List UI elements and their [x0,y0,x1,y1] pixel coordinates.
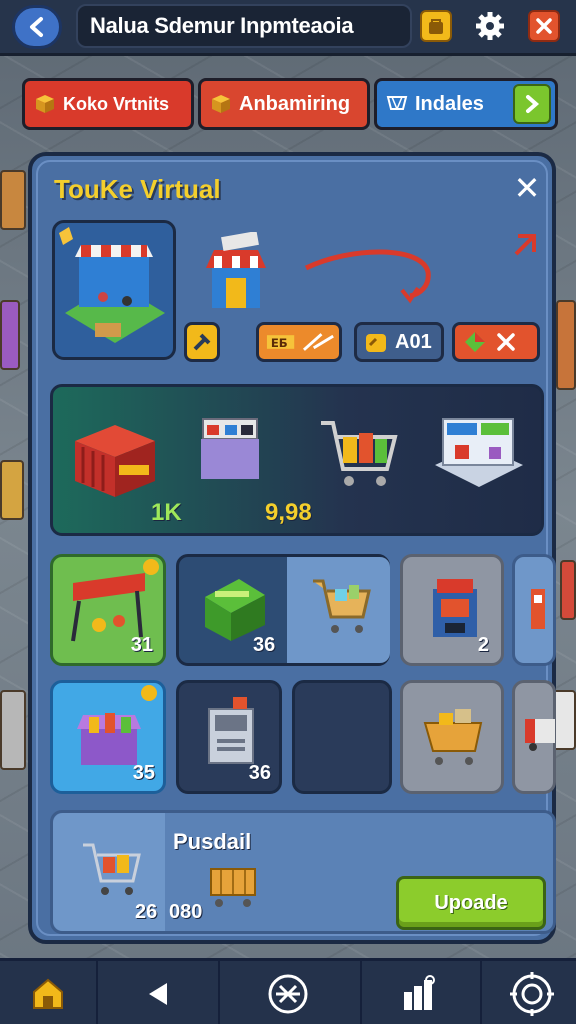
slot-count: 36 [248,762,271,784]
arrow-indicator-icon [514,234,536,256]
close-button[interactable] [528,10,560,42]
grid-slot-empty[interactable] [292,680,392,794]
tab-label: Indales [415,92,484,115]
coin-bag-icon [366,334,386,352]
slot-count: 36 [253,634,276,656]
badge-icon [143,559,159,575]
badge-icon [141,685,157,701]
shop-bag-icon [429,19,443,34]
shop-panel: TouKe Virtual ✕ ЕБ A01 1K 9,98 31 36 2 3… [28,152,556,944]
top-bar: Nalua Sdemur Inpmteaoia [0,0,576,56]
grid-slot[interactable]: 36 [176,680,282,794]
panel-close-button[interactable]: ✕ [512,172,542,204]
settings-button[interactable] [474,10,506,42]
slot-count: 2 [477,634,489,656]
category-tabs: Koko Vrtnits Anbamiring Indales [22,78,558,130]
footer-label: Pusdail [173,829,252,854]
coin-pill-label: A01 [395,330,432,353]
store-booth-icon [435,418,523,487]
home-lock-icon [33,978,63,1009]
produce-crate-icon [205,579,265,641]
tab-anbamiring[interactable]: Anbamiring [198,78,370,130]
tab-koko-vrtnits[interactable]: Koko Vrtnits [22,78,194,130]
basket-cart-icon [210,868,256,907]
tools-icon: ЕБ [266,333,334,351]
cart-icon [386,96,408,110]
showcase-value-left: 1K [151,499,182,526]
grid-slot[interactable]: 31 [50,554,166,666]
gem-icon [465,332,485,352]
footer-count-right: 080 [169,901,203,923]
crate-icon [212,95,230,113]
shop-building-icon [206,232,266,308]
panel-title: TouKe Virtual [54,174,221,204]
tab-label: Koko Vrtnits [63,93,170,114]
vending-icon [531,589,545,629]
page-title: Nalua Sdemur Inpmteaoia [90,13,354,38]
svg-text:ЕБ: ЕБ [271,336,288,350]
crate-icon [36,95,54,113]
slot-count: 35 [132,762,155,784]
slot-count: 31 [130,634,153,656]
atm-kiosk-icon [208,697,254,764]
arcade-kiosk-icon [433,579,477,637]
basket-cart-icon [423,709,483,765]
nav-explore[interactable] [240,961,336,1024]
chevron-right-icon [526,95,540,113]
store-button[interactable] [420,10,452,42]
featured-store-card[interactable] [52,220,176,360]
coin-pill[interactable]: A01 [354,322,444,362]
tab-label: Anbamiring [239,92,351,115]
grid-slot-wide[interactable]: 36 [176,554,390,666]
nav-home[interactable] [0,961,96,1024]
play-back-icon [149,983,167,1005]
back-button[interactable] [12,5,62,49]
nav-stats[interactable] [370,961,466,1024]
close-icon [536,18,552,34]
nav-back[interactable] [110,961,206,1024]
hammer-icon [193,333,211,351]
target-gear-icon [510,972,554,1016]
grid-slot[interactable]: 35 [50,680,166,794]
grid-slot[interactable] [400,680,504,794]
nav-settings[interactable] [484,961,576,1024]
curved-arrow-icon [304,249,431,304]
gem-cancel-pill[interactable] [452,322,540,362]
grid-slot-partial[interactable] [512,680,556,794]
compass-crossed-icon [268,974,308,1014]
market-scene-icon [59,227,165,343]
tab-next-button[interactable] [513,84,551,124]
tools-pill[interactable]: ЕБ [256,322,342,362]
red-stall-icon [75,425,155,497]
shopping-cart-icon [313,579,371,633]
showcase-value-right: 9,98 [265,499,312,526]
title-box: Nalua Sdemur Inpmteaoia [76,4,412,48]
close-icon [497,333,515,351]
kiosk-icon [201,418,259,479]
bottom-nav [0,958,576,1024]
back-arrow-icon [30,17,43,37]
hammer-button[interactable] [184,322,220,362]
shopping-cart-icon [83,843,141,895]
grid-slot-partial[interactable] [512,554,556,666]
truck-icon [525,719,555,751]
cart-full-icon [321,421,398,486]
showcase-band: 1K 9,98 [50,384,544,536]
tab-indales[interactable]: Indales [374,78,558,130]
upgrade-button[interactable]: Upoade [396,876,546,930]
grid-slot[interactable]: 2 [400,554,504,666]
gear-icon [476,12,504,40]
footer-count-left: 26 [135,901,158,923]
stats-bars-icon [404,975,435,1010]
